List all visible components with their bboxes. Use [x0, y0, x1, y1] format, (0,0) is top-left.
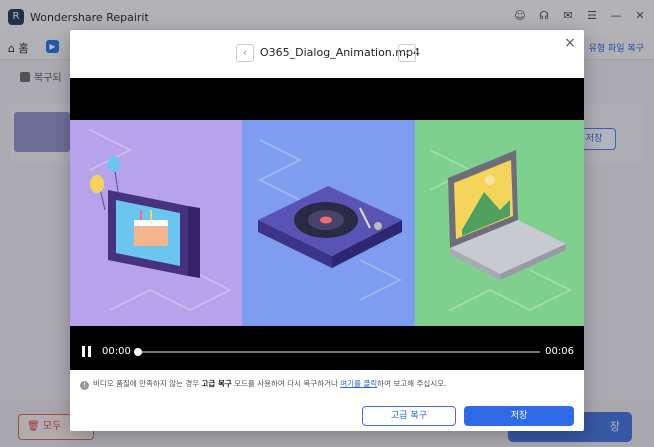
prev-file-button[interactable]: ‹ [236, 44, 254, 62]
end-time: 00:06 [545, 346, 574, 357]
player-controls: 00:00 00:06 [70, 342, 584, 362]
hint-part3: 하여 보고해 주십시오. [377, 379, 447, 388]
dialog-filename: O365_Dialog_Animation.mp4 [260, 46, 420, 59]
hint-bold: 고급 복구 [201, 379, 232, 388]
save-button[interactable]: 저장 [464, 406, 574, 426]
current-time: 00:00 [102, 346, 131, 357]
next-file-button[interactable]: › [398, 44, 416, 62]
progress-knob[interactable] [134, 348, 142, 356]
video-player[interactable]: 00:00 00:06 [70, 78, 584, 370]
dialog-header: ‹ O365_Dialog_Animation.mp4 › [70, 44, 584, 66]
report-link[interactable]: 여기를 클릭 [340, 379, 377, 388]
info-icon: ! [80, 381, 89, 390]
advanced-repair-button[interactable]: 고급 복구 [362, 406, 456, 426]
hint-part2: 모드를 사용하여 다시 복구하거나 [231, 379, 341, 388]
hint-part1: 비디오 품질에 만족하지 않는 경우 [93, 379, 202, 388]
progress-bar[interactable] [134, 348, 540, 356]
repair-hint: ! 비디오 품질에 만족하지 않는 경우 고급 복구 모드를 사용하여 다시 복구… [80, 377, 574, 391]
pause-icon[interactable] [82, 346, 91, 357]
video-frame [70, 120, 584, 326]
preview-dialog: × ‹ O365_Dialog_Animation.mp4 › 00:00 00… [70, 30, 584, 431]
